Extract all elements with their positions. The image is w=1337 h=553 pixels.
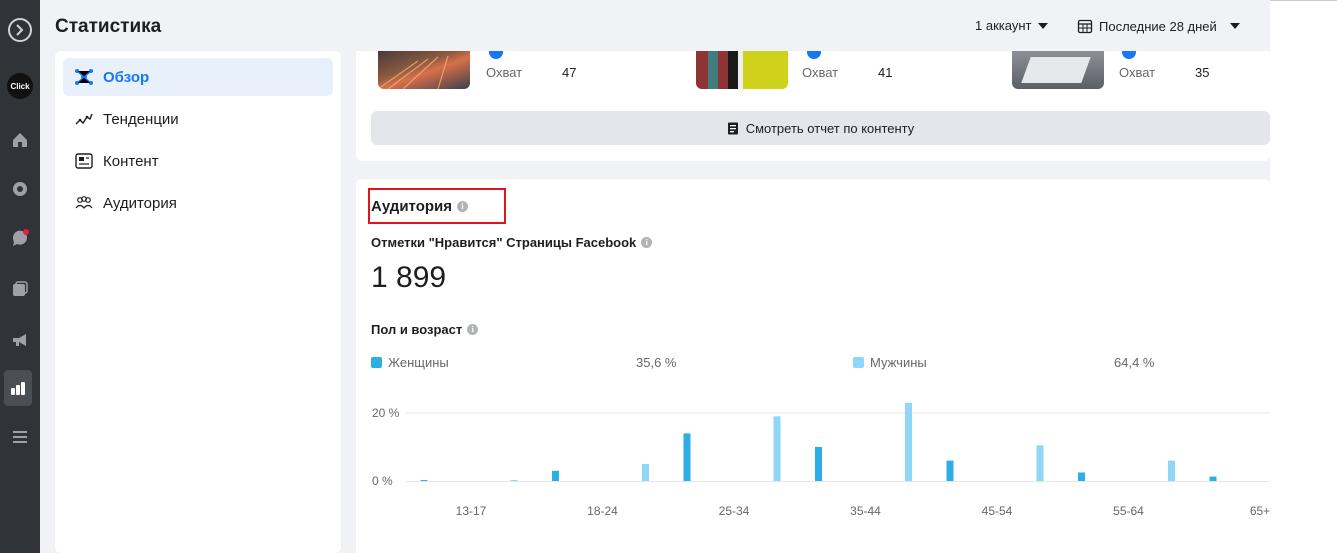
chart-bar[interactable]: [683, 433, 691, 481]
sidebar-item-overview[interactable]: Обзор: [63, 58, 333, 96]
metric-label: Охват: [802, 65, 839, 80]
content-report-button[interactable]: Смотреть отчет по контенту: [371, 111, 1270, 145]
chart-bar[interactable]: [1078, 472, 1085, 482]
x-tick-label: 45-54: [982, 504, 1013, 518]
app-rail: Click: [0, 0, 40, 553]
chart-bar[interactable]: [420, 480, 428, 481]
audience-title: Аудитория: [371, 198, 452, 215]
chart-bar[interactable]: [552, 470, 559, 481]
content-icon: [73, 150, 95, 172]
likes-label: Отметки "Нравится" Страницы Facebook: [371, 235, 637, 250]
x-tick-label: 18-24: [587, 504, 618, 518]
legend-men: Мужчины: [853, 355, 927, 370]
click-avatar[interactable]: Click: [0, 68, 40, 104]
chart-bar[interactable]: [815, 447, 822, 481]
post-thumbnail[interactable]: [378, 51, 470, 89]
info-icon[interactable]: i: [457, 201, 468, 212]
chart-bar[interactable]: [946, 460, 954, 481]
overview-icon: [73, 66, 95, 88]
trends-icon: [73, 108, 95, 130]
report-button-label: Смотреть отчет по контенту: [745, 120, 915, 136]
facebook-icon: [807, 51, 821, 59]
content-section: Охват 47 Охват 41 Охват 35 Смотреть отче…: [356, 51, 1270, 161]
period-label: Последние 28 дней: [1099, 18, 1217, 34]
metric-value: 47: [562, 65, 577, 80]
caret-down-icon: [1229, 23, 1240, 29]
pages-icon[interactable]: [0, 271, 40, 307]
chart-bar[interactable]: [1168, 460, 1175, 481]
x-tick-label: 13-17: [456, 504, 487, 518]
account-label: 1 аккаунт: [975, 18, 1032, 33]
gender-age-label: Пол и возраст: [371, 322, 463, 337]
report-icon: [727, 122, 738, 134]
sidebar-item-label: Аудитория: [103, 194, 177, 212]
y-tick-label: 0 %: [372, 474, 393, 488]
chart-bar[interactable]: [1036, 445, 1044, 481]
facebook-icon: [489, 51, 503, 59]
period-dropdown[interactable]: Последние 28 дней: [1077, 18, 1241, 34]
sidebar-item-label: Контент: [103, 152, 159, 170]
audience-heading: Аудитория i: [371, 198, 468, 215]
chart-bar[interactable]: [1209, 476, 1217, 481]
sidebar-item-trends[interactable]: Тенденции: [63, 100, 333, 138]
logo-icon[interactable]: [0, 12, 40, 48]
chart-bar[interactable]: [905, 402, 912, 481]
megaphone-icon[interactable]: [0, 322, 40, 358]
likes-heading: Отметки "Нравится" Страницы Facebook i: [371, 235, 653, 250]
sidebar-nav: Обзор Тенденции Контент Аудитория: [55, 51, 341, 553]
legend-swatch: [853, 357, 864, 368]
legend-label: Женщины: [388, 355, 449, 370]
facebook-icon: [1122, 51, 1136, 59]
metric-value: 35: [1195, 65, 1210, 80]
info-icon[interactable]: i: [641, 237, 653, 248]
gender-age-chart: 0 % 20 % 13-17 18-24 25-34 35-44 45-54 55-64 65+: [372, 402, 1270, 518]
home-icon[interactable]: [0, 122, 40, 158]
sidebar-item-label: Тенденции: [103, 110, 179, 128]
likes-value: 1 899: [371, 261, 447, 294]
legend-women: Женщины: [371, 355, 449, 370]
metric-label: Охват: [486, 65, 523, 80]
y-tick-label: 20 %: [372, 406, 400, 420]
x-tick-label: 65+: [1250, 504, 1270, 518]
caret-down-icon: [1038, 22, 1049, 29]
legend-percent: 64,4 %: [1114, 355, 1155, 370]
menu-icon[interactable]: [0, 419, 40, 455]
insights-icon[interactable]: [4, 370, 32, 406]
page-title: Статистика: [55, 16, 162, 37]
sidebar-item-audience[interactable]: Аудитория: [63, 184, 333, 222]
x-tick-label: 35-44: [850, 504, 881, 518]
info-icon[interactable]: i: [467, 324, 479, 335]
calendar-icon: [1077, 19, 1093, 34]
sidebar-item-content[interactable]: Контент: [63, 142, 333, 180]
chart-bar[interactable]: [773, 416, 781, 481]
post-thumbnail[interactable]: [696, 51, 788, 89]
messages-icon[interactable]: [0, 220, 40, 256]
post-thumbnail[interactable]: [1012, 51, 1104, 89]
account-dropdown[interactable]: 1 аккаунт: [975, 18, 1049, 33]
chart-bar[interactable]: [642, 464, 649, 481]
x-tick-label: 55-64: [1113, 504, 1144, 518]
legend-label: Мужчины: [870, 355, 927, 370]
legend-swatch: [371, 357, 382, 368]
sidebar-item-label: Обзор: [103, 68, 150, 86]
chart-bar[interactable]: [510, 479, 518, 481]
metric-value: 41: [878, 65, 893, 80]
gender-age-heading: Пол и возраст i: [371, 322, 479, 337]
metric-label: Охват: [1119, 65, 1156, 80]
audience-icon: [73, 192, 95, 214]
chat-icon[interactable]: [0, 171, 40, 207]
x-tick-label: 25-34: [719, 504, 750, 518]
legend-percent: 35,6 %: [636, 355, 677, 370]
